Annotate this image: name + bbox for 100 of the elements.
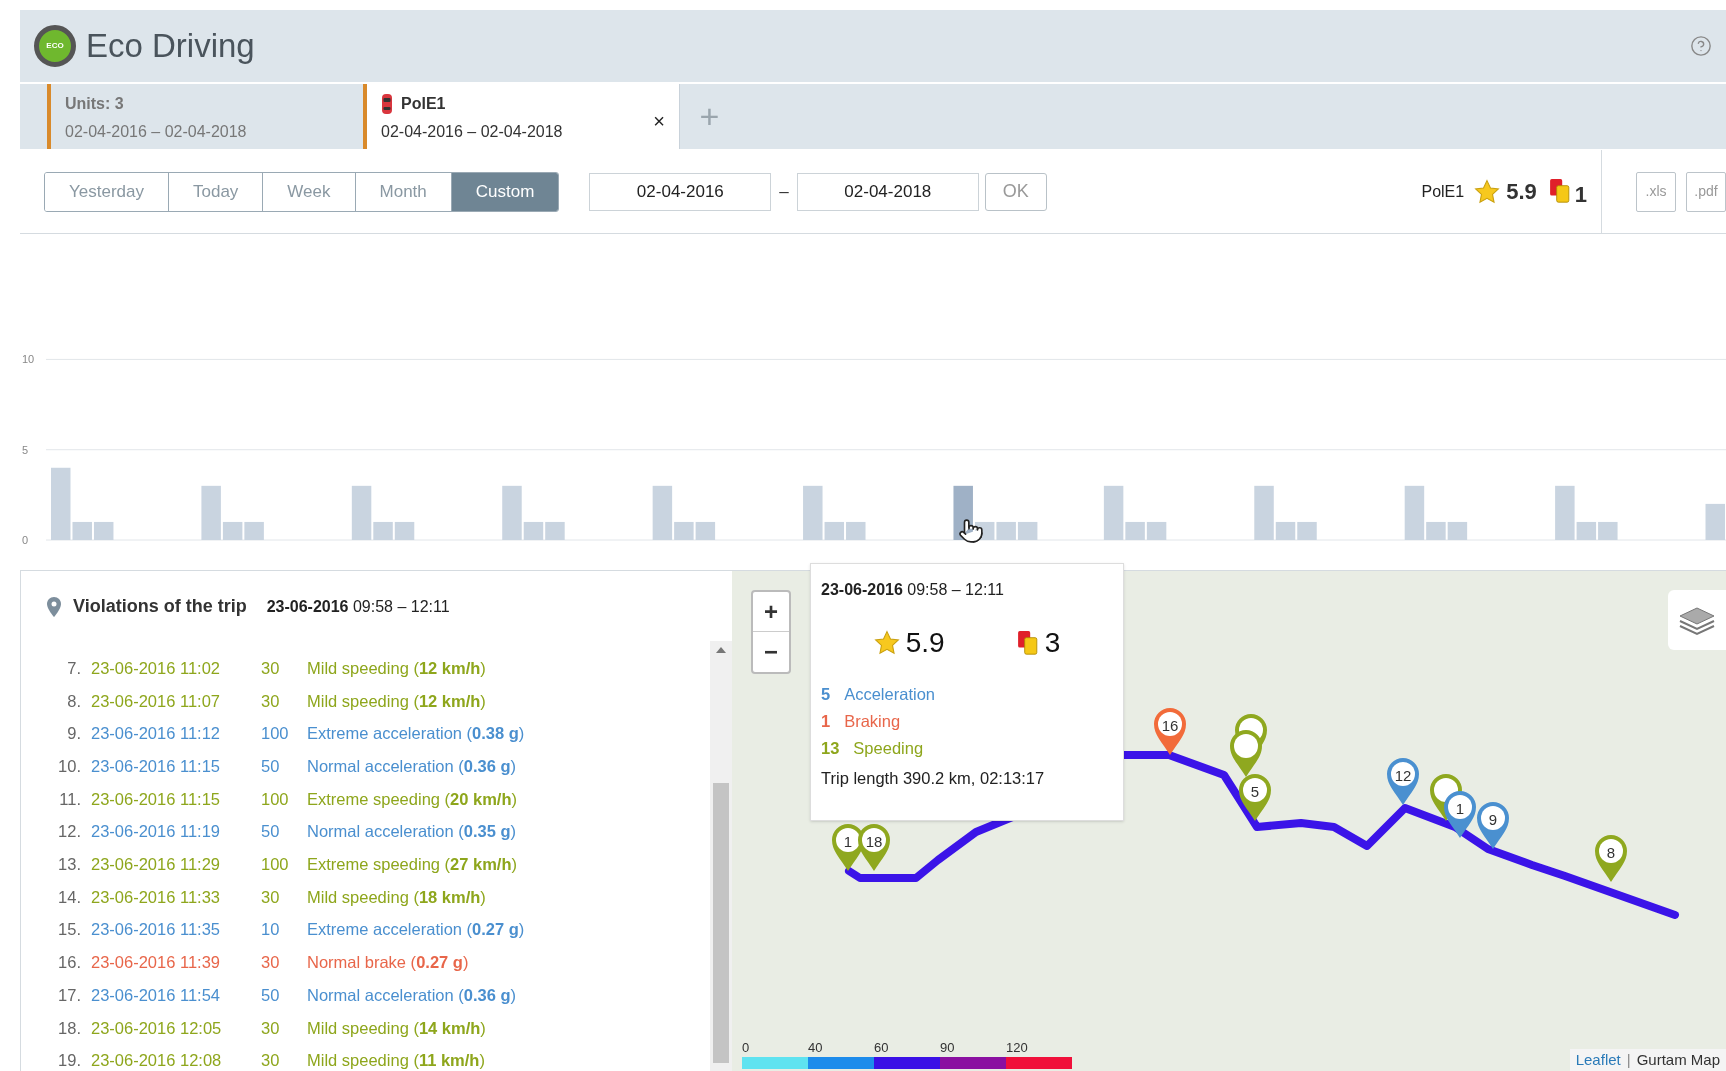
violation-description: Extreme acceleration (0.38 g): [307, 723, 525, 745]
scrollbar[interactable]: [710, 641, 732, 1071]
row-number: 17.: [57, 984, 81, 1006]
map-marker[interactable]: [1228, 728, 1264, 778]
violation-type: Speeding: [853, 737, 924, 759]
row-number: 8.: [66, 690, 81, 712]
violation-count: 13: [821, 737, 840, 759]
violation-time: 23-06-2016 12:05: [91, 1017, 223, 1039]
zoom-in-button[interactable]: +: [753, 592, 789, 632]
violation-points: 10: [261, 919, 281, 941]
rating-value: 5.9: [1506, 178, 1537, 206]
rating-star-icon: [1474, 178, 1501, 205]
violation-description: Mild speeding (18 km/h): [307, 886, 486, 908]
violation-description: Mild speeding (14 km/h): [307, 1017, 486, 1039]
violation-points: 30: [261, 952, 281, 974]
map-marker[interactable]: 8: [1593, 833, 1629, 883]
pointer-cursor-icon: [958, 518, 984, 544]
axis-tick-label: 10: [22, 353, 35, 366]
map-marker[interactable]: 5: [1237, 772, 1273, 822]
violation-count: 1: [821, 710, 831, 732]
violation-time: 23-06-2016 11:54: [91, 984, 222, 1006]
tab-dates: 02-04-2016 – 02-04-2018: [381, 122, 563, 142]
speed-legend-label: 40: [808, 1041, 823, 1054]
violation-points: 100: [261, 723, 290, 745]
violation-description: Normal acceleration (0.36 g): [307, 984, 517, 1006]
violation-points: 30: [261, 1050, 281, 1071]
violation-time: 23-06-2016 11:29: [91, 854, 222, 876]
leaflet-link[interactable]: Leaflet: [1575, 1048, 1621, 1071]
violation-description: Mild speeding (12 km/h): [307, 657, 486, 679]
violation-count: 5: [821, 684, 831, 705]
violation-cards-icon: [1548, 178, 1571, 205]
speed-legend-label: 0: [742, 1041, 750, 1054]
axis-tick-label: 0: [22, 534, 29, 546]
row-number: 10.: [57, 756, 81, 778]
layers-button[interactable]: [1668, 590, 1726, 650]
violation-description: Extreme speeding (20 km/h): [307, 788, 518, 810]
help-icon[interactable]: [1690, 35, 1712, 57]
violation-points: 50: [261, 984, 281, 1006]
violation-description: Normal acceleration (0.36 g): [307, 756, 517, 778]
violation-cards-icon: [1016, 629, 1039, 657]
violation-points: 100: [261, 788, 290, 810]
map-marker[interactable]: 18: [856, 822, 892, 872]
violation-points: 30: [261, 690, 281, 712]
violation-time: 23-06-2016 11:07: [91, 690, 222, 712]
tooltip-violations: 3: [1044, 626, 1061, 660]
violation-points: 30: [261, 1017, 281, 1039]
date-to-field[interactable]: 02-04-2018: [796, 172, 979, 211]
map-marker[interactable]: 16: [1152, 706, 1188, 756]
row-number: 12.: [57, 821, 81, 843]
violation-description: Extreme speeding (27 km/h): [307, 854, 518, 876]
tab-dates: 02-04-2016 – 02-04-2018: [65, 122, 247, 142]
row-number: 14.: [57, 886, 81, 908]
tooltip-period: 23-06-2016 09:58 – 12:11: [821, 580, 1005, 600]
violation-description: Extreme acceleration (0.27 g): [307, 919, 525, 941]
violation-time: 23-06-2016 11:15: [91, 788, 222, 810]
violation-description: Normal brake (0.27 g): [307, 952, 469, 974]
violation-time: 23-06-2016 12:08: [91, 1050, 223, 1071]
map-marker[interactable]: 9: [1475, 800, 1511, 850]
violation-time: 23-06-2016 11:35: [91, 919, 222, 941]
speed-legend-label: 120: [1006, 1041, 1028, 1054]
zoom-out-button[interactable]: −: [753, 632, 789, 672]
violation-description: Mild speeding (12 km/h): [307, 690, 486, 712]
trip-period: 23-06-2016 09:58 – 12:11: [266, 596, 450, 617]
attribution-separator: |: [1626, 1049, 1631, 1070]
violation-points: 50: [261, 756, 281, 778]
unit-name: PolE1: [1421, 181, 1465, 202]
violation-time: 23-06-2016 11:12: [91, 723, 222, 745]
violation-type: Braking: [844, 710, 901, 732]
map-attribution: Gurtam Map: [1636, 1049, 1720, 1070]
app-title: Eco Driving: [86, 26, 255, 67]
row-number: 11.: [58, 788, 81, 810]
rating-star-icon: [873, 630, 900, 656]
date-from-field[interactable]: 02-04-2016: [589, 172, 772, 211]
row-number: 18.: [57, 1017, 81, 1039]
violation-time: 23-06-2016 11:02: [91, 657, 222, 679]
speed-legend-label: 90: [940, 1041, 955, 1054]
map-marker[interactable]: 1: [1442, 789, 1478, 839]
axis-tick-label: 5: [22, 443, 29, 456]
unit-tab[interactable]: PolE1 02-04-2016 – 02-04-2018 ×: [363, 84, 679, 149]
map-marker[interactable]: 12: [1385, 756, 1421, 806]
row-number: 16.: [57, 952, 81, 974]
trip-length: Trip length 390.2 km, 02:13:17: [821, 768, 1046, 790]
period-tab[interactable]: Custom: [450, 172, 559, 211]
car-icon: [381, 93, 393, 115]
close-tab-button[interactable]: ×: [653, 106, 665, 136]
violation-description: Normal acceleration (0.35 g): [307, 821, 517, 843]
row-number: 13.: [57, 854, 81, 876]
tab-title: PolE1: [401, 94, 446, 114]
violation-time: 23-06-2016 11:39: [91, 952, 222, 974]
tooltip-rating: 5.9: [905, 626, 945, 660]
row-number: 7.: [66, 657, 81, 679]
violations-count: 1: [1574, 181, 1587, 209]
tab-title: Units: 3: [65, 94, 124, 114]
location-pin-icon: [47, 596, 61, 617]
violation-time: 23-06-2016 11:19: [91, 821, 222, 843]
date-separator: –: [779, 180, 789, 203]
violation-points: 30: [261, 657, 281, 679]
violation-time: 23-06-2016 11:15: [91, 756, 222, 778]
violation-points: 50: [261, 821, 281, 843]
eco-logo: ECO: [34, 25, 76, 67]
